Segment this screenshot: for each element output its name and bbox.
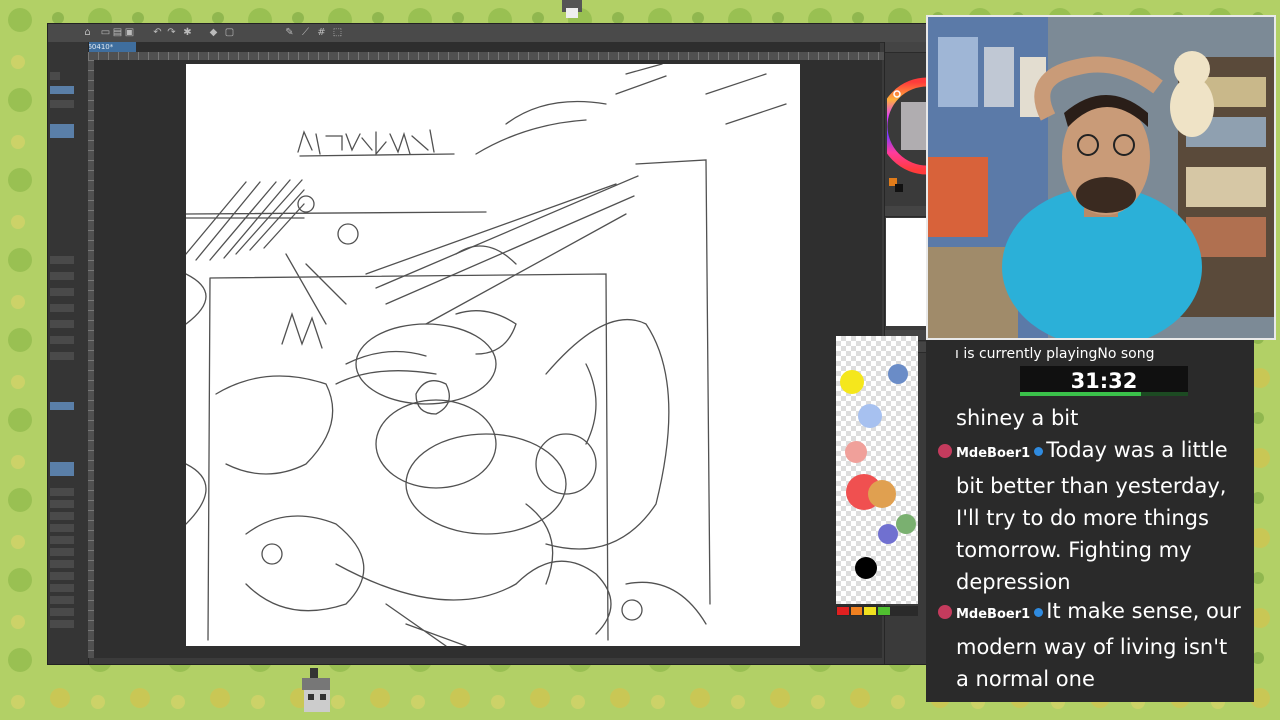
settings-icon[interactable]: ✱ bbox=[182, 27, 193, 38]
tool-property-row[interactable] bbox=[50, 288, 74, 296]
brush-size-row[interactable] bbox=[50, 462, 74, 476]
chat-message-text: Today was a little bit better than yeste… bbox=[956, 438, 1228, 594]
brush-list-item[interactable] bbox=[50, 560, 74, 568]
webcam-feed bbox=[926, 15, 1276, 340]
brush-list-item[interactable] bbox=[50, 596, 74, 604]
brush-list-item[interactable] bbox=[50, 536, 74, 544]
tool-property-row[interactable] bbox=[50, 352, 74, 360]
chat-username: MdeBoer1 bbox=[956, 446, 1031, 461]
navigator-thumbnail[interactable] bbox=[886, 218, 927, 326]
panel-header[interactable] bbox=[885, 42, 927, 53]
horizontal-ruler bbox=[88, 52, 884, 60]
color-palette-dock[interactable] bbox=[836, 336, 918, 604]
tool-property-row[interactable] bbox=[50, 304, 74, 312]
brush-list-item[interactable] bbox=[50, 620, 74, 628]
transform-icon[interactable]: ▢ bbox=[224, 27, 235, 38]
brush-list-item[interactable] bbox=[50, 584, 74, 592]
canvas-viewport[interactable] bbox=[94, 60, 882, 658]
chat-message: MdeBoer1 Today was a little bit better th… bbox=[938, 434, 1246, 598]
webcam-image bbox=[928, 17, 1274, 338]
tool-button[interactable] bbox=[50, 100, 74, 108]
tool-property-row[interactable] bbox=[50, 320, 74, 328]
tool-property-row[interactable] bbox=[50, 272, 74, 280]
fill-icon[interactable]: ◆ bbox=[208, 27, 219, 38]
brush-list-item[interactable] bbox=[50, 512, 74, 520]
chat-username: MdeBoer1 bbox=[956, 607, 1031, 622]
drawing-canvas[interactable] bbox=[185, 63, 800, 647]
now-playing-text: ı is currently playingNo song bbox=[955, 346, 1155, 362]
tool-property-row[interactable] bbox=[50, 256, 74, 264]
pixel-character-sprite-bottom bbox=[302, 668, 330, 712]
tool-button[interactable] bbox=[50, 86, 74, 94]
chat-message-text: shiney a bit bbox=[956, 406, 1079, 430]
stream-timer: 31:32 bbox=[1020, 366, 1188, 396]
tool-property-row[interactable] bbox=[50, 402, 74, 410]
chat-message: MdeBoer1 It make sense, our modern way of… bbox=[938, 595, 1246, 695]
palette-swatch-row[interactable] bbox=[836, 606, 918, 616]
chat-message: shiney a bit bbox=[956, 402, 1246, 434]
moderator-badge-icon bbox=[938, 444, 952, 458]
brush-list-item[interactable] bbox=[50, 488, 74, 496]
select-icon[interactable]: ⬚ bbox=[332, 27, 343, 38]
document-tab-bar: 260410* bbox=[78, 42, 880, 52]
open-file-icon[interactable]: ▤ bbox=[112, 27, 123, 38]
moderator-badge-icon bbox=[938, 605, 952, 619]
drawing-app-window: ⌂ ▭ ▤ ▣ ↶ ↷ ✱ ◆ ▢ ✎ ⟋ # ⬚ 260410* bbox=[48, 24, 927, 664]
navigator-header[interactable] bbox=[885, 206, 927, 217]
color-wheel[interactable] bbox=[887, 76, 927, 176]
brush-list-item[interactable] bbox=[50, 572, 74, 580]
brush-list-item[interactable] bbox=[50, 548, 74, 556]
pixel-character-sprite-top bbox=[562, 0, 582, 18]
tool-button[interactable] bbox=[50, 124, 74, 138]
timer-progress-bar bbox=[1020, 392, 1141, 396]
tool-panel bbox=[48, 42, 89, 664]
sub-color-swatch[interactable] bbox=[895, 184, 903, 192]
brush-list-item[interactable] bbox=[50, 608, 74, 616]
new-file-icon[interactable]: ▭ bbox=[100, 27, 111, 38]
verified-icon bbox=[1034, 446, 1044, 456]
undo-icon[interactable]: ↶ bbox=[152, 27, 163, 38]
brush-list-item[interactable] bbox=[50, 500, 74, 508]
brush-list-item[interactable] bbox=[50, 524, 74, 532]
paint-blobs bbox=[840, 364, 916, 579]
save-icon[interactable]: ▣ bbox=[124, 27, 135, 38]
tool-button[interactable] bbox=[50, 72, 60, 80]
sketch-artwork bbox=[185, 63, 787, 647]
command-bar: ⌂ ▭ ▤ ▣ ↶ ↷ ✱ ◆ ▢ ✎ ⟋ # ⬚ bbox=[48, 24, 926, 43]
redo-icon[interactable]: ↷ bbox=[166, 27, 177, 38]
verified-icon bbox=[1034, 607, 1044, 617]
timer-value: 31:32 bbox=[1070, 369, 1138, 393]
ruler-icon[interactable]: ⟋ bbox=[300, 27, 311, 38]
tool-property-row[interactable] bbox=[50, 336, 74, 344]
pen-tool-icon[interactable]: ✎ bbox=[284, 27, 295, 38]
grid-icon[interactable]: # bbox=[316, 27, 327, 38]
home-icon[interactable]: ⌂ bbox=[82, 27, 93, 38]
